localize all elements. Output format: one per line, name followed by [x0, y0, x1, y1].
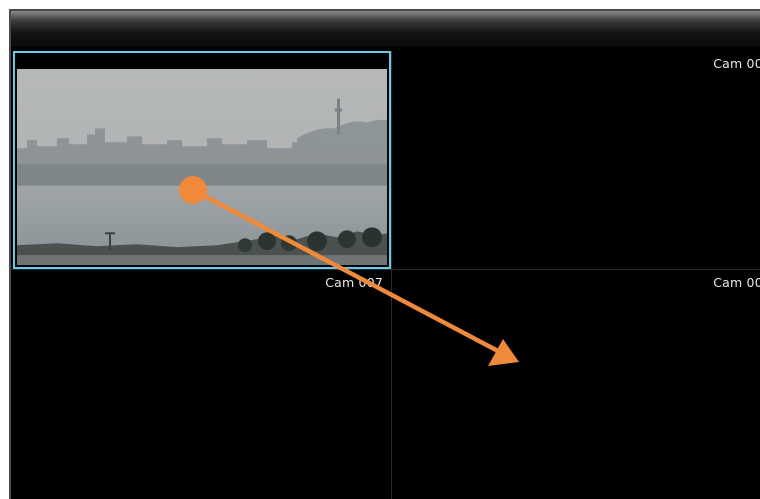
camera-label: Cam 002: [713, 56, 760, 71]
camera-label: Cam 007: [325, 275, 383, 290]
camera-tile-8[interactable]: Cam 008: [391, 269, 760, 499]
camera-tile-2[interactable]: Cam 002: [391, 51, 760, 269]
camera-feed-image: [17, 69, 387, 265]
camera-tile-1[interactable]: [13, 51, 391, 269]
camera-label: Cam 008: [713, 275, 760, 290]
camera-viewer-window: Cam 002 Cam 007 Cam 008: [9, 9, 760, 499]
camera-tile-7[interactable]: Cam 007: [11, 269, 391, 499]
title-bar: [11, 11, 760, 47]
camera-feed: [17, 69, 387, 265]
camera-grid: Cam 002 Cam 007 Cam 008: [11, 48, 760, 499]
